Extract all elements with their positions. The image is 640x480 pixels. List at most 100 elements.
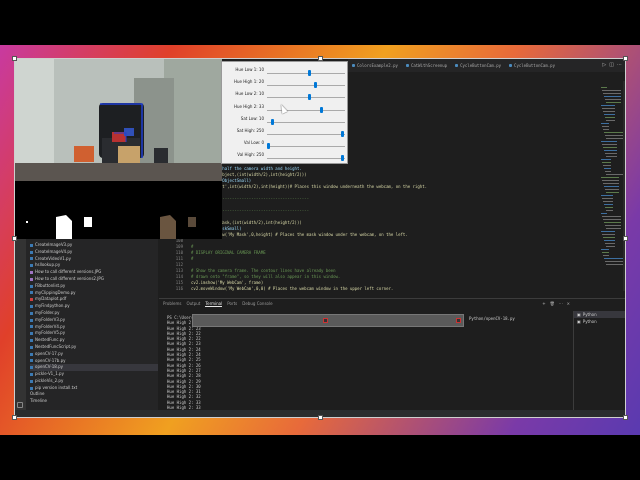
tab-debug-console[interactable]: Debug Console	[242, 301, 272, 307]
split-editor-icon[interactable]: ◫	[609, 62, 614, 68]
file-item[interactable]: FBbuttonlist.py	[30, 283, 158, 290]
python-file-icon	[30, 311, 33, 315]
trackbar-label: Hue Low 2: 10	[235, 91, 264, 97]
trackbar-slider[interactable]	[267, 158, 345, 160]
terminal-session[interactable]: ▣ Python	[574, 311, 626, 318]
image-file-icon	[30, 277, 33, 281]
file-item[interactable]: CreateImageV4.py	[30, 249, 158, 256]
file-item[interactable]: NestedFuncScript.py	[30, 344, 158, 351]
window-drag-bar[interactable]	[192, 314, 464, 327]
more-icon[interactable]: ⋯	[617, 62, 622, 68]
minimap-line	[605, 261, 623, 262]
run-icon[interactable]: ▷	[602, 62, 606, 68]
editor-scrollbar[interactable]	[623, 81, 626, 291]
resize-handle[interactable]	[623, 236, 628, 241]
file-item[interactable]: pickleVis_2.py	[30, 378, 158, 385]
file-item[interactable]: openCV-17.py	[30, 351, 158, 358]
trackbar-thumb[interactable]	[313, 82, 317, 89]
editor-tab[interactable]: CycleButtonCam.py	[505, 63, 559, 68]
trackbar-thumb[interactable]	[340, 155, 344, 162]
resize-handle[interactable]	[12, 236, 17, 241]
editor-tab[interactable]: CycleButtonCam.py	[451, 63, 505, 68]
trackbar-slider[interactable]	[267, 85, 345, 87]
object-window[interactable]	[118, 181, 222, 239]
resize-handle[interactable]	[12, 415, 17, 420]
trackbar-thumb[interactable]	[340, 131, 344, 137]
minimap-line	[604, 186, 619, 187]
file-item[interactable]: NestedFunc.py	[30, 337, 158, 344]
file-item[interactable]: myFolderV5.py	[30, 330, 158, 337]
file-item[interactable]: myDataplot.pdf	[30, 296, 158, 303]
webcam-window[interactable]	[14, 58, 222, 181]
code-line[interactable]: 116 cv2.moveWindow('My WebCam',0,0) # Pla…	[159, 286, 589, 292]
file-item[interactable]: myFolderV3.py	[30, 317, 158, 324]
minimap-line	[602, 162, 611, 163]
file-name: myFolderV3.py	[35, 316, 66, 322]
drag-handle[interactable]	[456, 318, 461, 323]
resize-handle[interactable]	[623, 56, 628, 61]
python-file-icon	[30, 345, 33, 349]
trackbar-slider[interactable]	[267, 73, 345, 74]
trackbar-slider[interactable]	[267, 121, 345, 123]
terminal-session[interactable]: ▣ Python	[574, 318, 626, 325]
resize-handle[interactable]	[318, 56, 323, 61]
desktop-screen: ColorsExample2.py CatWithScreenup CycleB…	[14, 58, 626, 418]
tab-problems[interactable]: Problems	[163, 301, 181, 307]
file-item[interactable]: CreateVideoV1.py	[30, 256, 158, 263]
resize-handle[interactable]	[12, 56, 17, 61]
trash-icon[interactable]: 🗑	[550, 301, 555, 306]
file-item[interactable]: myClippingDemo.py	[30, 290, 158, 297]
python-file-icon	[30, 257, 33, 261]
trackbar-slider[interactable]	[267, 146, 345, 148]
resize-handle[interactable]	[623, 415, 628, 420]
file-item[interactable]: CreateImageV3.py	[30, 242, 158, 249]
file-name: myDataplot.pdf	[35, 296, 67, 302]
minimap[interactable]	[589, 81, 626, 291]
tab-ports[interactable]: Ports	[227, 301, 237, 307]
trackbar-thumb[interactable]	[308, 94, 312, 101]
file-name: openCV-17.py	[35, 350, 63, 356]
account-icon[interactable]	[17, 402, 23, 408]
file-item[interactable]: hsllookup.py	[30, 262, 158, 269]
file-item[interactable]: How to call different versions2.JPG	[30, 276, 158, 283]
file-item[interactable]: myFolder.py	[30, 310, 158, 317]
file-item[interactable]: openCV-17b.py	[30, 358, 158, 365]
file-name: NestedFuncScript.py	[35, 343, 77, 349]
timeline-header[interactable]: Timeline	[30, 397, 47, 404]
file-item[interactable]: How to call different versions.JPG	[30, 269, 158, 276]
resize-handle[interactable]	[318, 415, 323, 420]
file-item[interactable]: myFindpython.py	[30, 303, 158, 310]
tab-output[interactable]: Output	[186, 301, 200, 307]
drag-handle[interactable]	[323, 318, 328, 323]
trackbar-thumb[interactable]	[308, 70, 312, 76]
terminal-output[interactable]: PS C:\Users\ Hue High 2: 24 Hue High 2: 23…	[167, 315, 527, 416]
file-item[interactable]: myFolderV4.py	[30, 324, 158, 331]
trackbar-row: Val Low: 0	[222, 139, 347, 151]
tab-label: CycleButtonCam.py	[514, 62, 555, 68]
more-icon[interactable]: ⋯	[559, 301, 563, 306]
file-item[interactable]: openCV-18.py	[30, 364, 158, 372]
editor-tab[interactable]: CatWithScreenup	[402, 63, 451, 68]
trackbar-slider[interactable]	[267, 97, 345, 99]
python-file-icon	[455, 63, 459, 67]
outline-header[interactable]: Outline	[30, 390, 47, 397]
file-item[interactable]: pip version install.txt	[30, 385, 158, 392]
trackbar-thumb[interactable]	[319, 106, 323, 113]
trackbar-slider[interactable]	[267, 109, 345, 111]
editor-tab[interactable]: ColorsExample2.py	[348, 63, 402, 68]
trackbar-thumb[interactable]	[267, 143, 270, 150]
python-file-icon	[30, 379, 33, 383]
file-item[interactable]: pickle-V1_1.py	[30, 371, 158, 378]
minimap-line	[604, 258, 623, 259]
mask-window[interactable]	[14, 181, 118, 239]
trackbar-slider[interactable]	[267, 134, 345, 135]
trackbar-thumb[interactable]	[270, 118, 274, 125]
tab-terminal[interactable]: Terminal	[205, 301, 223, 307]
trackbar-label: Hue Low 1: 10	[235, 67, 264, 72]
file-name: How to call different versions.JPG	[35, 269, 102, 275]
close-icon[interactable]: ×	[567, 301, 570, 306]
add-terminal-icon[interactable]: +	[542, 301, 545, 306]
minimap-line	[606, 138, 623, 139]
minimap-line	[602, 126, 609, 127]
minimap-line	[601, 141, 617, 142]
